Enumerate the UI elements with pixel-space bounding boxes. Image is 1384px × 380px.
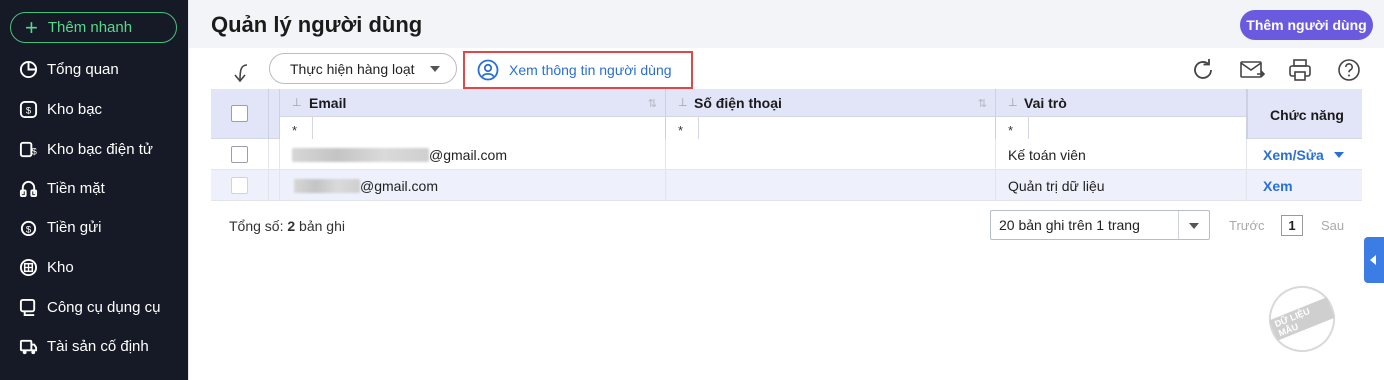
cash-icon	[18, 178, 38, 198]
view-link[interactable]: Xem	[1263, 178, 1293, 194]
pagination-prev[interactable]: Trước	[1229, 218, 1265, 233]
column-spacer	[268, 89, 280, 139]
user-circle-icon	[477, 59, 499, 81]
view-user-info-button[interactable]: Xem thông tin người dùng	[463, 51, 693, 89]
role-filter-input[interactable]: *	[996, 116, 1246, 139]
sidebar-item-label: Tiền gửi	[47, 218, 102, 236]
sidebar-item-label: Kho bạc	[47, 100, 103, 118]
total-records: Tổng số: 2 bản ghi	[229, 218, 345, 234]
redacted-text	[294, 178, 360, 193]
select-all-column	[211, 89, 268, 139]
e-treasury-icon: $	[18, 139, 38, 159]
svg-text:$: $	[25, 105, 31, 116]
warehouse-icon	[18, 257, 38, 277]
plus-icon: +	[25, 14, 38, 40]
column-email-header: Email	[309, 95, 347, 111]
tools-icon	[18, 297, 38, 317]
refresh-icon[interactable]	[1190, 57, 1216, 83]
redacted-text	[292, 147, 429, 162]
quick-add-label: Thêm nhanh	[47, 19, 133, 36]
sidebar-item-fixed-assets[interactable]: Tài sản cố định	[0, 326, 188, 366]
pin-icon[interactable]: ⊥	[1008, 96, 1018, 109]
select-all-checkbox[interactable]	[231, 105, 248, 122]
sort-icon[interactable]: ⇅	[978, 97, 987, 110]
sidebar-item-label: Kho bạc điện tử	[47, 140, 153, 158]
row-actions: Xem/Sửa	[1247, 139, 1362, 170]
main-content: Quản lý người dùng Thêm người dùng Thực …	[188, 0, 1384, 380]
view-user-info-label: Xem thông tin người dùng	[509, 62, 672, 78]
role-cell: Kế toán viên	[996, 139, 1247, 170]
sidebar-item-deposit[interactable]: $ Tiền gửi	[0, 207, 188, 247]
phone-cell	[666, 170, 996, 201]
page-title: Quản lý người dùng	[211, 12, 423, 37]
chevron-down-icon[interactable]	[1333, 151, 1344, 158]
row-checkbox[interactable]	[231, 177, 248, 194]
bulk-action-dropdown[interactable]: Thực hiện hàng loạt	[269, 53, 457, 84]
role-cell: Quản trị dữ liệu	[996, 170, 1247, 201]
pie-chart-icon	[18, 59, 38, 79]
sidebar-item-label: Tiền mặt	[47, 179, 105, 197]
row-actions: Xem	[1247, 170, 1362, 201]
page-header: Quản lý người dùng Thêm người dùng	[189, 0, 1384, 48]
email-cell: @gmail.com	[280, 139, 666, 170]
email-filter-input[interactable]: *	[280, 116, 665, 139]
sample-data-watermark: DỮ LIỆU MẪU	[1259, 276, 1345, 362]
treasury-icon: $	[18, 99, 38, 119]
side-panel-toggle[interactable]	[1364, 237, 1384, 283]
help-icon[interactable]	[1336, 57, 1362, 83]
bulk-action-label: Thực hiện hàng loạt	[290, 60, 415, 77]
chevron-down-icon	[1189, 223, 1199, 229]
column-phone[interactable]: ⊥ Số điện thoại ⇅ *	[666, 89, 996, 139]
column-role[interactable]: ⊥ Vai trò *	[996, 89, 1247, 139]
users-table: ⊥ Email ⇅ * ⊥ Số điện thoại ⇅ * ⊥ Vai tr…	[211, 89, 1362, 201]
mail-icon[interactable]	[1239, 57, 1266, 83]
table-row[interactable]: @gmail.com Kế toán viên Xem/Sửa	[211, 139, 1362, 170]
table-row[interactable]: @gmail.com Quản trị dữ liệu Xem	[211, 170, 1362, 201]
column-email[interactable]: ⊥ Email ⇅ *	[280, 89, 666, 139]
pin-icon[interactable]: ⊥	[678, 96, 688, 109]
sort-icon[interactable]: ⇅	[648, 97, 657, 110]
pagination-next[interactable]: Sau	[1321, 218, 1344, 233]
svg-text:$: $	[25, 224, 31, 235]
sort-arrow-icon[interactable]	[231, 62, 253, 84]
sidebar-item-label: Công cụ dụng cụ	[47, 298, 161, 316]
table-header: ⊥ Email ⇅ * ⊥ Số điện thoại ⇅ * ⊥ Vai tr…	[211, 89, 1362, 139]
add-user-button[interactable]: Thêm người dùng	[1240, 10, 1373, 40]
email-cell: @gmail.com	[280, 170, 666, 201]
column-actions-header: Chức năng	[1270, 107, 1344, 123]
view-edit-link[interactable]: Xem/Sửa	[1263, 147, 1324, 163]
column-phone-header: Số điện thoại	[694, 95, 782, 111]
row-checkbox[interactable]	[231, 146, 248, 163]
sidebar-item-warehouse[interactable]: Kho	[0, 247, 188, 287]
sidebar-item-treasury[interactable]: $ Kho bạc	[0, 89, 188, 129]
print-icon[interactable]	[1287, 57, 1313, 83]
sidebar-item-tools[interactable]: Công cụ dụng cụ	[0, 287, 188, 327]
sidebar-item-label: Kho	[47, 258, 74, 276]
chevron-down-icon	[430, 66, 440, 72]
deposit-icon: $	[18, 217, 38, 237]
page-size-select[interactable]: 20 bản ghi trên 1 trang	[990, 210, 1210, 240]
quick-add-button[interactable]: + Thêm nhanh	[10, 12, 177, 43]
sidebar-item-label: Tài sản cố định	[47, 337, 149, 355]
pin-icon[interactable]: ⊥	[292, 96, 302, 109]
page-size-value: 20 bản ghi trên 1 trang	[999, 217, 1140, 233]
fixed-asset-icon	[18, 336, 38, 356]
phone-filter-input[interactable]: *	[666, 116, 995, 139]
column-role-header: Vai trò	[1024, 95, 1067, 111]
sidebar-item-cash[interactable]: Tiền mặt	[0, 168, 188, 208]
sidebar: + Thêm nhanh Tổng quan $ Kho bạc $ Kho b…	[0, 0, 188, 380]
pagination-current-page[interactable]: 1	[1281, 215, 1303, 236]
phone-cell	[666, 139, 996, 170]
sidebar-item-label: Tổng quan	[47, 60, 119, 78]
sidebar-item-e-treasury[interactable]: $ Kho bạc điện tử	[0, 129, 188, 169]
svg-text:$: $	[31, 146, 37, 157]
sidebar-item-overview[interactable]: Tổng quan	[0, 49, 188, 89]
column-actions: Chức năng	[1247, 89, 1362, 139]
